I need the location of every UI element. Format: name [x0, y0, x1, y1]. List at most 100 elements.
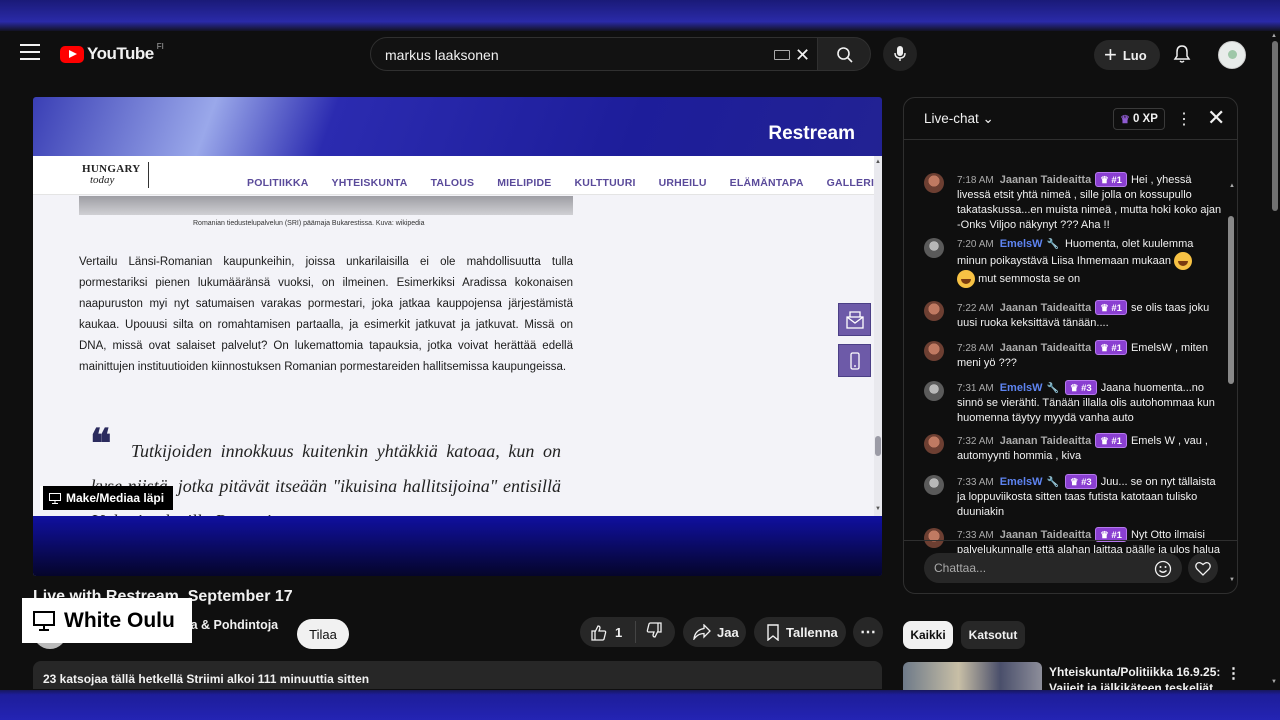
- membership-badge: ♛ #1: [1095, 433, 1127, 448]
- chat-avatar[interactable]: [924, 341, 944, 361]
- search-button[interactable]: [817, 37, 871, 71]
- image-caption: Romanian tiedustelupalvelun (SRI) päämaj…: [193, 220, 425, 227]
- page-scroll-down-arrow[interactable]: ▼: [1271, 679, 1277, 685]
- logo-text: YouTube: [87, 44, 154, 63]
- membership-badge: ♛ #1: [1095, 172, 1127, 187]
- filter-chip-all[interactable]: Kaikki: [903, 621, 953, 649]
- chat-message: 7:33 AM EmelsW 🔧 ♛ #3 Juu... se on nyt tälla…: [924, 474, 1224, 520]
- message-time: 7:31 AM: [957, 383, 994, 394]
- chat-avatar[interactable]: [924, 434, 944, 454]
- message-author[interactable]: EmelsW: [1000, 238, 1043, 250]
- chat-message: 7:22 AM Jaanan Taideaitta ♛ #1 se olis taas…: [924, 300, 1224, 331]
- membership-badge: ♛ #1: [1095, 340, 1127, 355]
- site-nav-item: MIELIPIDE: [497, 177, 552, 189]
- recommended-video-thumbnail[interactable]: [903, 662, 1042, 690]
- message-author[interactable]: Jaanan Taideaitta: [1000, 435, 1092, 447]
- filter-chip-watched[interactable]: Katsotut: [961, 621, 1025, 649]
- message-author[interactable]: Jaanan Taideaitta: [1000, 302, 1092, 314]
- chat-avatar[interactable]: [924, 173, 944, 193]
- moderator-wrench-icon: 🔧: [1046, 383, 1059, 394]
- chevron-down-icon: ⌄: [982, 111, 994, 126]
- webpage-scroll-thumb: [875, 436, 881, 456]
- bookmark-icon: [767, 623, 779, 641]
- chat-mode-dropdown[interactable]: Live-chat ⌄: [924, 111, 994, 127]
- notifications-bell-icon[interactable]: [1172, 44, 1192, 64]
- menu-icon[interactable]: [20, 44, 40, 62]
- chat-message: 7:31 AM EmelsW 🔧 ♛ #3 Jaana huomenta...no si…: [924, 380, 1224, 426]
- moderator-wrench-icon: 🔧: [1046, 477, 1059, 488]
- subscribe-button[interactable]: Tilaa: [297, 619, 349, 649]
- membership-badge: ♛ #3: [1064, 380, 1097, 395]
- account-avatar[interactable]: [1218, 41, 1246, 69]
- chat-avatar[interactable]: [924, 301, 944, 321]
- chat-title: Live-chat: [924, 111, 979, 126]
- webpage-scroll-down-icon: ▼: [875, 506, 881, 512]
- chat-avatar[interactable]: [924, 238, 944, 258]
- recommended-video-title[interactable]: Yhteiskunta/Politiikka 16.9.25: Vaijeit …: [1049, 664, 1224, 690]
- site-nav-item: TALOUS: [430, 177, 475, 189]
- moderator-wrench-icon: 🔧: [1046, 239, 1059, 250]
- membership-badge: ♛ #1: [1095, 300, 1127, 315]
- thumbs-up-icon: [591, 624, 607, 641]
- chat-scroll-up-arrow[interactable]: ▲: [1229, 183, 1235, 189]
- like-count: 1: [615, 624, 623, 640]
- monitor-icon: [33, 610, 55, 631]
- more-actions-button[interactable]: ⋯: [853, 617, 883, 647]
- message-author[interactable]: EmelsW: [1000, 382, 1043, 394]
- thumbs-down-icon: [646, 622, 662, 638]
- recommended-more-icon[interactable]: ⋮: [1226, 664, 1241, 682]
- like-dislike-group: 1: [580, 617, 675, 647]
- share-button[interactable]: Jaa: [683, 617, 746, 647]
- chat-message: 7:32 AM Jaanan Taideaitta ♛ #1 Emels W , va…: [924, 433, 1224, 464]
- message-author[interactable]: EmelsW: [1000, 476, 1043, 488]
- share-label: Jaa: [717, 624, 739, 640]
- chat-messages: ▲ ▼ 7:18 AM Jaanan Taideaitta ♛ #1 Hei , yh…: [904, 140, 1237, 583]
- send-heart-button[interactable]: [1188, 553, 1218, 583]
- youtube-window: YouTube FI markus laaksonen ✕ + Luo ▲ ▼ …: [0, 31, 1280, 690]
- message-time: 7:20 AM: [957, 239, 994, 250]
- video-stats: 23 katsojaa tällä hetkellä Striimi alkoi…: [33, 661, 882, 689]
- search-input[interactable]: markus laaksonen ✕: [370, 37, 818, 71]
- badge-rank: #3: [1081, 477, 1092, 488]
- chat-message: 7:20 AM EmelsW 🔧 Huomenta, olet kuulemma mi…: [924, 237, 1224, 288]
- grinning-sweat-emoji-icon: [1174, 252, 1193, 270]
- site-nav-item: YHTEISKUNTA: [331, 177, 408, 189]
- chat-more-icon[interactable]: ⋮: [1176, 109, 1192, 129]
- search-value: markus laaksonen: [385, 47, 499, 63]
- message-time: 7:33 AM: [957, 477, 994, 488]
- chat-scrollbar[interactable]: [1228, 216, 1234, 384]
- source-label-text: Make/Mediaa läpi: [66, 491, 165, 505]
- xp-badge[interactable]: ♛ 0 XP: [1113, 108, 1165, 130]
- keyboard-icon[interactable]: [774, 50, 790, 60]
- webpage-scrollbar: ▲ ▼: [874, 156, 882, 517]
- dislike-button[interactable]: [636, 622, 663, 642]
- emoji-picker-icon[interactable]: [1154, 560, 1172, 578]
- save-button[interactable]: Tallenna: [754, 617, 846, 647]
- badge-rank: #1: [1111, 343, 1122, 354]
- page-scroll-up-arrow[interactable]: ▲: [1271, 33, 1277, 39]
- message-author[interactable]: Jaanan Taideaitta: [1000, 342, 1092, 354]
- create-label: Luo: [1122, 47, 1147, 63]
- site-nav-item: KULTTUURI: [574, 177, 636, 189]
- badge-rank: #1: [1111, 175, 1122, 186]
- page-scrollbar[interactable]: [1272, 41, 1278, 211]
- chat-input[interactable]: Chattaa...: [924, 553, 1182, 583]
- clear-search-icon[interactable]: ✕: [795, 46, 810, 64]
- like-button[interactable]: 1: [580, 624, 635, 641]
- shared-webpage: HUNGARY today POLITIIKKA YHTEISKUNTA TAL…: [33, 156, 882, 517]
- chat-avatar[interactable]: [924, 381, 944, 401]
- logo-region: FI: [156, 41, 164, 51]
- site-nav-item: POLITIIKKA: [247, 177, 309, 189]
- video-player[interactable]: Restream HUNGARY today POLITIIKKA YHTEIS…: [33, 97, 882, 576]
- site-logo: HUNGARY today: [82, 164, 141, 186]
- close-chat-icon[interactable]: ✕: [1207, 107, 1225, 129]
- heart-icon: [1195, 561, 1211, 576]
- create-button[interactable]: + Luo: [1094, 40, 1160, 70]
- badge-rank: #3: [1081, 383, 1092, 394]
- message-time: 7:28 AM: [957, 343, 994, 354]
- site-logo-bottom: today: [90, 174, 115, 186]
- message-author[interactable]: Jaanan Taideaitta: [1000, 174, 1092, 186]
- youtube-logo[interactable]: YouTube FI: [60, 41, 164, 65]
- chat-avatar[interactable]: [924, 475, 944, 495]
- voice-search-button[interactable]: [883, 37, 917, 71]
